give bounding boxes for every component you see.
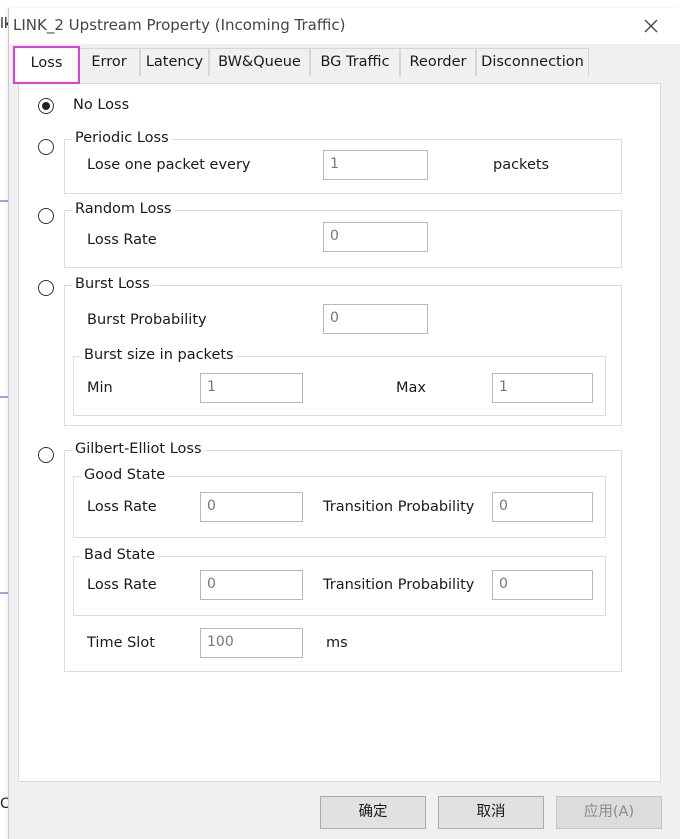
good-state-label: Good State xyxy=(81,467,169,483)
random-loss-label: Random Loss xyxy=(72,201,175,217)
tab-latency[interactable]: Latency xyxy=(140,48,209,76)
good-loss-rate-label: Loss Rate xyxy=(87,499,157,515)
packets-unit-label: packets xyxy=(493,157,550,173)
random-loss-radio[interactable] xyxy=(38,208,54,224)
gilbert-elliot-label: Gilbert-Elliot Loss xyxy=(72,441,205,457)
time-slot-label: Time Slot xyxy=(87,635,155,651)
apply-button[interactable]: 应用(A) xyxy=(556,796,662,829)
background-line xyxy=(0,396,8,398)
burst-probability-label: Burst Probability xyxy=(87,312,207,328)
background-line xyxy=(0,200,8,202)
bad-transition-label: Transition Probability xyxy=(323,577,475,593)
bad-transition-input[interactable]: 0 xyxy=(492,570,593,600)
tab-bg-traffic[interactable]: BG Traffic xyxy=(310,48,400,76)
tab-loss[interactable]: Loss xyxy=(13,46,80,84)
lose-every-label: Lose one packet every xyxy=(87,157,251,173)
close-button[interactable] xyxy=(639,12,663,40)
random-loss-rate-label: Loss Rate xyxy=(87,232,157,248)
tab-disconnection[interactable]: Disconnection xyxy=(476,48,589,76)
burst-min-label: Min xyxy=(87,380,113,396)
tab-error[interactable]: Error xyxy=(78,48,140,76)
good-transition-label: Transition Probability xyxy=(323,499,475,515)
close-icon xyxy=(644,19,658,33)
background-line xyxy=(0,592,8,594)
tab-bw-queue[interactable]: BW&Queue xyxy=(209,48,310,76)
radio-selected-dot xyxy=(42,102,50,110)
burst-loss-radio[interactable] xyxy=(38,280,54,296)
good-transition-input[interactable]: 0 xyxy=(492,492,593,522)
time-slot-unit-label: ms xyxy=(326,635,348,651)
tab-reorder[interactable]: Reorder xyxy=(400,48,476,76)
periodic-loss-label: Periodic Loss xyxy=(72,130,172,146)
gilbert-elliot-radio[interactable] xyxy=(38,447,54,463)
good-loss-rate-input[interactable]: 0 xyxy=(200,492,303,522)
lose-every-input[interactable]: 1 xyxy=(323,150,428,180)
burst-max-label: Max xyxy=(396,380,426,396)
time-slot-input[interactable]: 100 xyxy=(200,628,303,658)
bad-loss-rate-label: Loss Rate xyxy=(87,577,157,593)
cancel-button[interactable]: 取消 xyxy=(438,796,544,829)
bad-state-label: Bad State xyxy=(81,547,159,563)
ok-button[interactable]: 确定 xyxy=(320,796,426,829)
bad-loss-rate-input[interactable]: 0 xyxy=(200,570,303,600)
random-loss-rate-input[interactable]: 0 xyxy=(323,222,428,252)
burst-probability-input[interactable]: 0 xyxy=(323,304,428,334)
no-loss-label: No Loss xyxy=(73,97,130,113)
burst-loss-label: Burst Loss xyxy=(72,276,153,292)
no-loss-radio[interactable] xyxy=(38,98,54,114)
burst-size-label: Burst size in packets xyxy=(81,347,237,363)
window-title: LINK_2 Upstream Property (Incoming Traff… xyxy=(13,16,346,34)
burst-max-input[interactable]: 1 xyxy=(492,373,593,403)
periodic-loss-radio[interactable] xyxy=(38,139,54,155)
title-bar: LINK_2 Upstream Property (Incoming Traff… xyxy=(9,8,680,44)
burst-min-input[interactable]: 1 xyxy=(200,373,303,403)
